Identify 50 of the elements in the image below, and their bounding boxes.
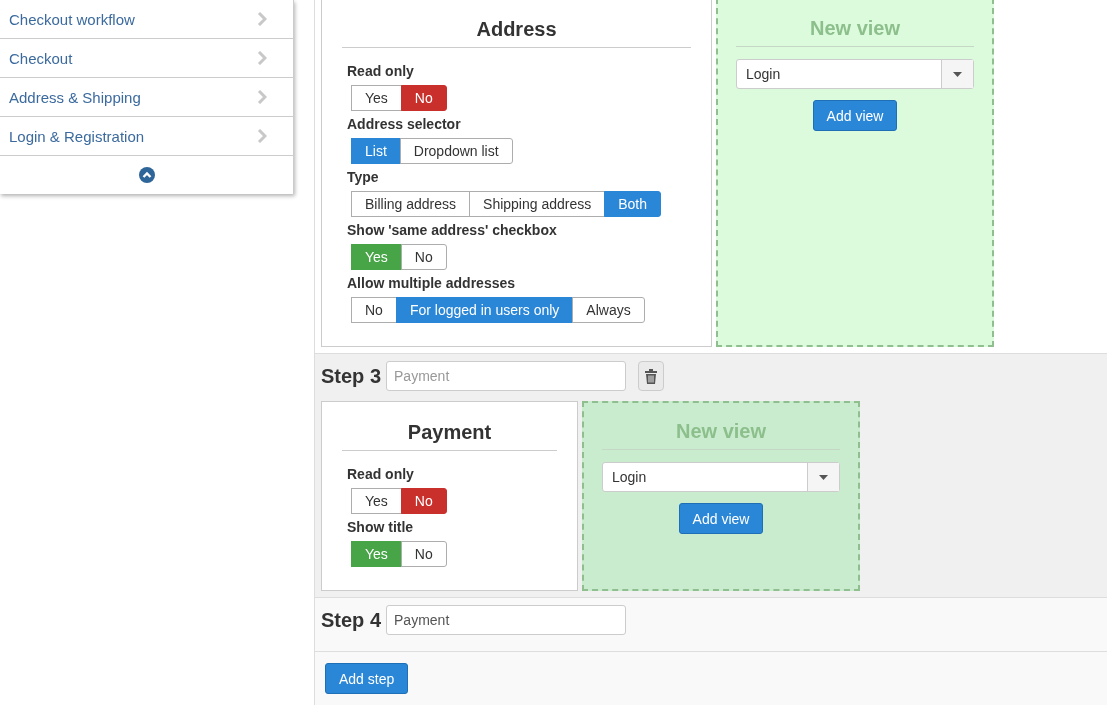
add-view-button[interactable]: Add view — [678, 503, 764, 534]
sidebar-item[interactable]: Checkout workflow — [0, 0, 293, 39]
step-title: Step 3 — [321, 364, 382, 388]
sidebar-item[interactable]: Address & Shipping — [0, 78, 293, 117]
caret-icon — [819, 474, 828, 480]
chevron-right-icon — [257, 51, 267, 65]
option-toggle[interactable]: No — [400, 541, 447, 567]
setting-label: Read only — [347, 466, 415, 483]
add-step-button[interactable]: Add step — [325, 663, 409, 694]
setting-label: Read only — [347, 63, 415, 80]
option-toggle[interactable]: Yes — [351, 488, 402, 514]
new-view-title: New view — [674, 419, 767, 444]
collapse-button[interactable] — [138, 167, 155, 183]
view-select[interactable]: Login — [602, 462, 840, 492]
step-name-field[interactable]: Payment — [386, 605, 627, 635]
option-toggle[interactable]: No — [400, 85, 447, 111]
option-toggle[interactable]: Billing address — [351, 191, 471, 217]
caret-icon — [953, 71, 962, 77]
view-select[interactable]: Login — [736, 59, 974, 89]
option-toggle[interactable]: List — [351, 138, 401, 164]
new-view-title: New view — [808, 16, 901, 41]
option-toggle[interactable]: Shipping address — [469, 191, 606, 217]
step-title: Step 4 — [321, 608, 382, 632]
add-view-button[interactable]: Add view — [812, 100, 898, 131]
option-toggle[interactable]: Dropdown list — [399, 138, 513, 164]
chevron-right-icon — [257, 90, 267, 104]
option-toggle[interactable]: Yes — [351, 541, 402, 567]
chevron-right-icon — [257, 12, 267, 26]
trash-icon — [645, 368, 658, 384]
view-title: Payment — [406, 420, 493, 445]
chevron-right-icon — [257, 129, 267, 143]
step-name-field[interactable]: Payment — [386, 361, 627, 391]
option-toggle[interactable]: For logged in users only — [395, 297, 574, 323]
setting-label: Show title — [347, 519, 415, 536]
setting-label: Address selector — [347, 116, 462, 133]
option-toggle[interactable]: Always — [572, 297, 645, 323]
chevron-up-icon — [138, 167, 155, 183]
view-title: Address — [475, 17, 558, 42]
delete-button[interactable] — [638, 361, 665, 391]
option-toggle[interactable]: Yes — [351, 244, 402, 270]
setting-label: Allow multiple addresses — [347, 275, 517, 292]
option-toggle[interactable]: No — [400, 488, 447, 514]
option-toggle[interactable]: Yes — [351, 85, 402, 111]
option-toggle[interactable]: No — [400, 244, 447, 270]
sidebar-item[interactable]: Checkout — [0, 39, 293, 78]
setting-label: Type — [347, 169, 380, 186]
setting-label: Show 'same address' checkbox — [347, 222, 558, 239]
sidebar-item[interactable]: Login & Registration — [0, 117, 293, 156]
option-toggle[interactable]: No — [351, 297, 397, 323]
option-toggle[interactable]: Both — [604, 191, 662, 217]
